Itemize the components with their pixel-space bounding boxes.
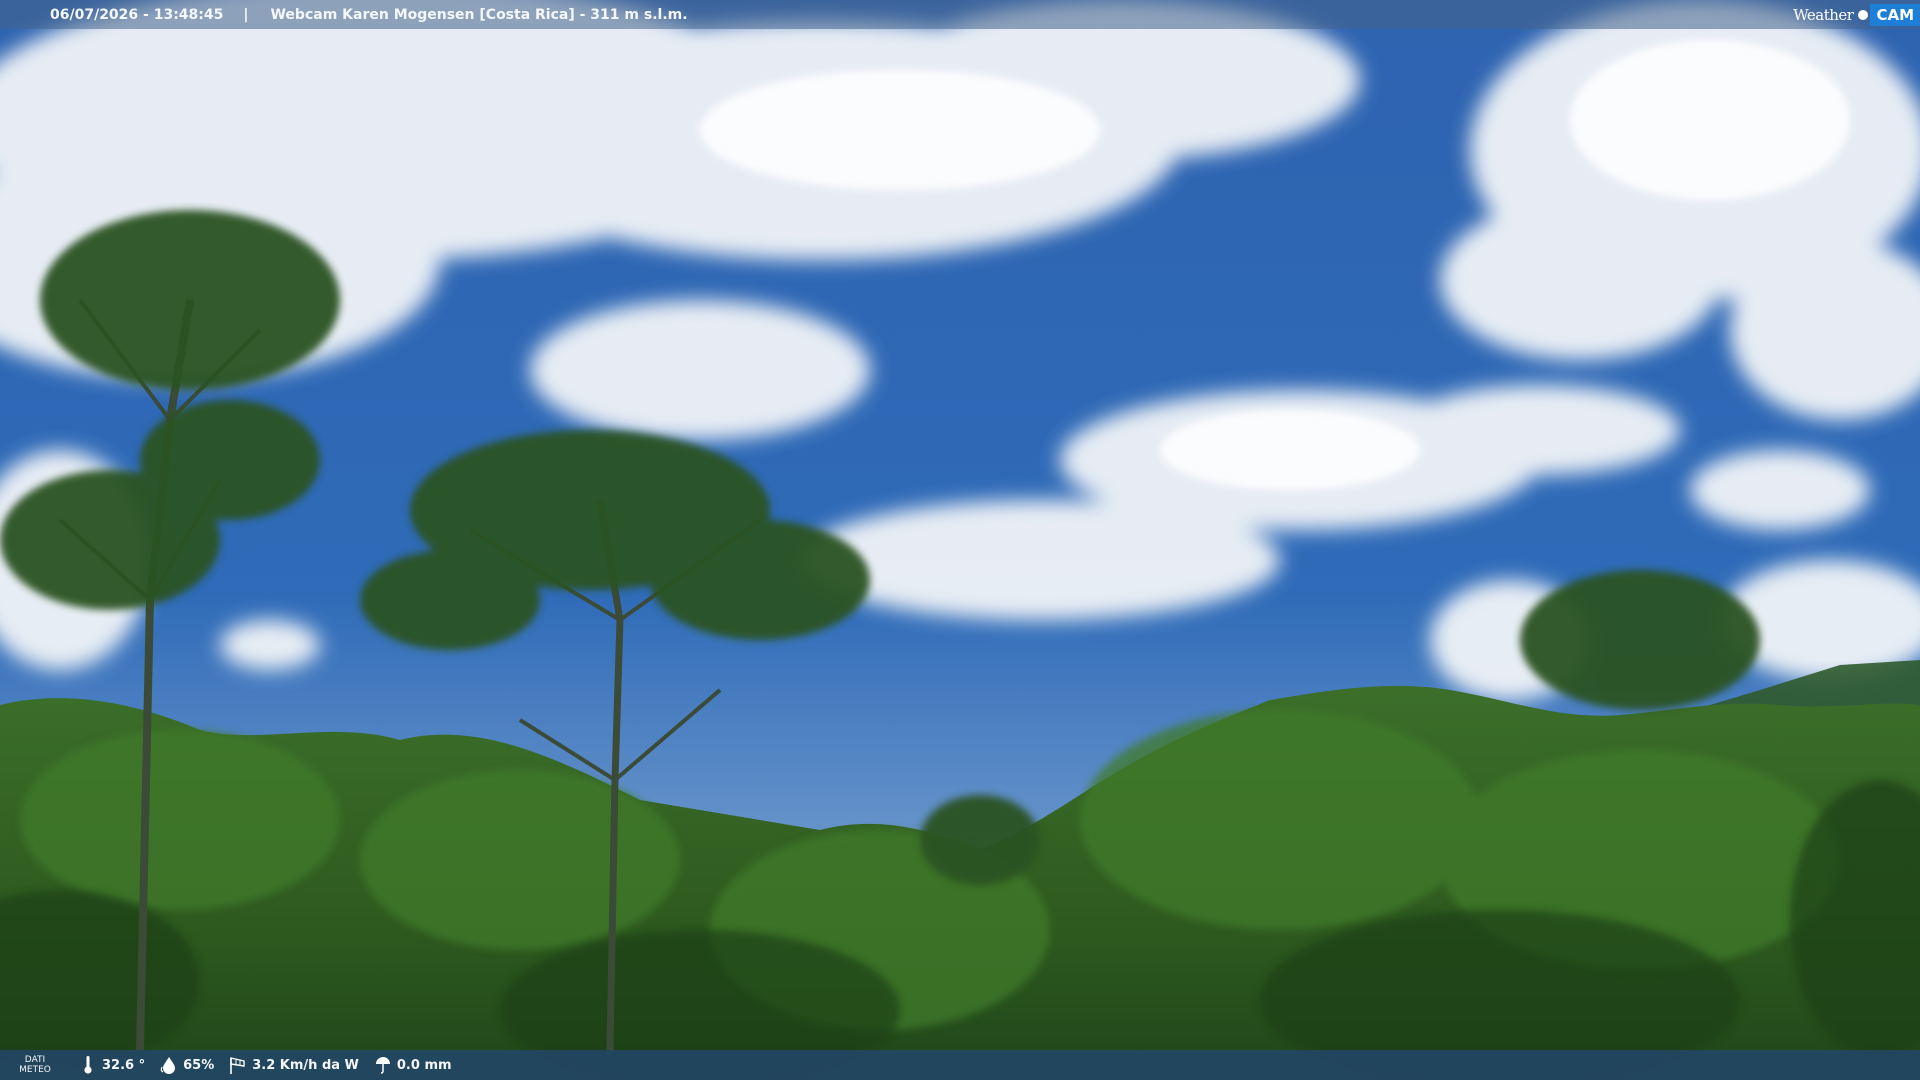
weather-data-bar: DATI METEO 32.6 ° 65% 3.2 Km/h da W 0.0 …: [0, 1050, 1920, 1080]
weathercam-logo[interactable]: Weather CAM: [1790, 2, 1920, 27]
logo-dot-icon: [1858, 9, 1869, 20]
camera-title: Webcam Karen Mogensen [Costa Rica] - 311…: [270, 6, 688, 23]
temperature-reading: 32.6 °: [78, 1055, 145, 1075]
thermometer-icon: [78, 1055, 98, 1075]
droplet-icon: [159, 1055, 179, 1075]
wind-value: 3.2 Km/h da W: [252, 1057, 359, 1073]
timestamp: 06/07/2026 - 13:48:45: [50, 6, 224, 23]
wind-sock-icon: [228, 1055, 248, 1075]
humidity-value: 65%: [183, 1057, 215, 1073]
logo-cam-text: CAM: [1870, 3, 1920, 26]
header-bar: 06/07/2026 - 13:48:45 | Webcam Karen Mog…: [0, 0, 1920, 29]
weather-data-label-line2: METEO: [19, 1065, 51, 1075]
humidity-reading: 65%: [159, 1055, 214, 1075]
webcam-image: [0, 0, 1920, 1080]
wind-reading: 3.2 Km/h da W: [228, 1055, 359, 1075]
weather-data-label: DATI METEO: [0, 1055, 70, 1075]
weather-data-label-line1: DATI: [24, 1055, 46, 1065]
logo-weather-text: Weather: [1793, 5, 1854, 24]
rain-reading: 0.0 mm: [373, 1055, 452, 1075]
header-separator: |: [243, 6, 249, 23]
rain-value: 0.0 mm: [396, 1057, 452, 1073]
rain-gauge-icon: [373, 1055, 393, 1075]
temperature-value: 32.6 °: [102, 1057, 146, 1073]
